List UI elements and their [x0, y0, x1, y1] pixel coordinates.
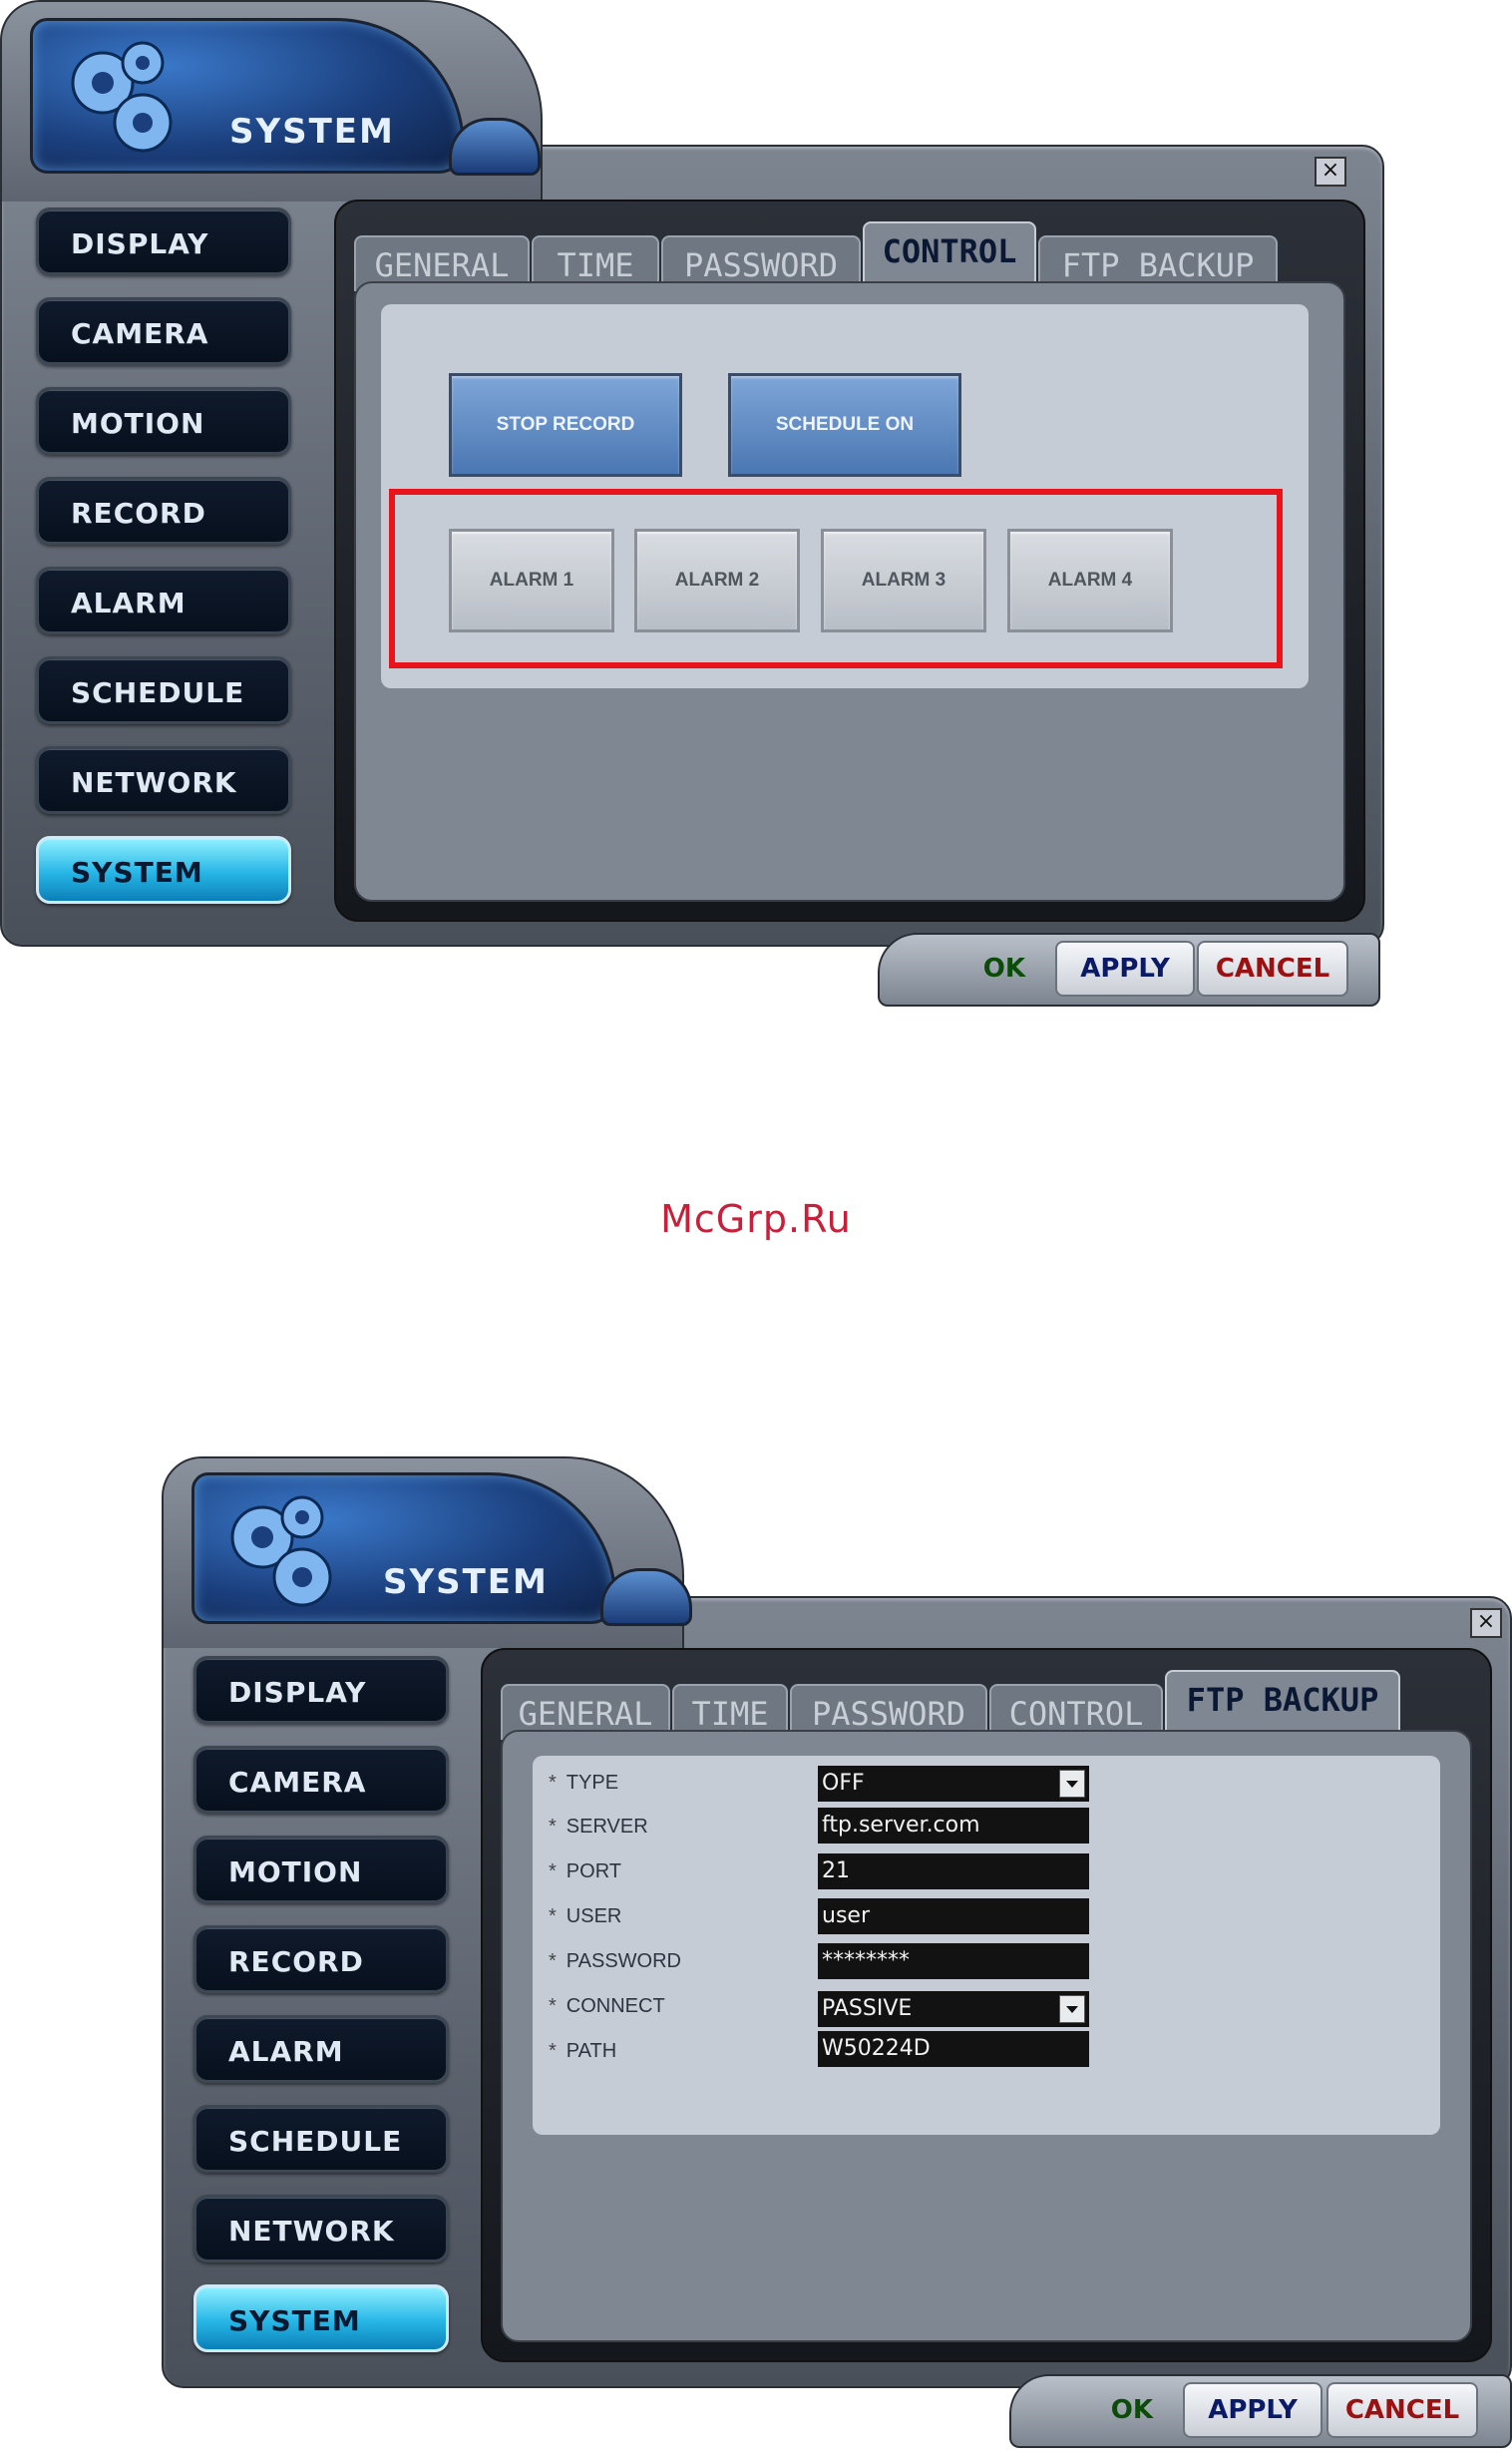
nav-schedule[interactable]: SCHEDULE: [36, 656, 291, 724]
system-dialog-ftp: SYSTEM × DISPLAY CAMERA MOTION RECORD AL…: [162, 1456, 1512, 2463]
nav-camera[interactable]: CAMERA: [193, 1746, 449, 1814]
nav-motion[interactable]: MOTION: [193, 1836, 449, 1903]
nav-display[interactable]: DISPLAY: [193, 1656, 449, 1724]
close-button[interactable]: ×: [1470, 1608, 1502, 1638]
nav-network[interactable]: NETWORK: [36, 746, 291, 814]
ftp-path-label: * PATH: [549, 2040, 617, 2062]
apply-button[interactable]: APPLY: [1183, 2382, 1323, 2438]
ftp-password-label: * PASSWORD: [549, 1950, 681, 1972]
stop-record-button[interactable]: STOP RECORD: [449, 373, 682, 477]
chevron-down-icon[interactable]: [1059, 1995, 1085, 2023]
nav-alarm[interactable]: ALARM: [193, 2015, 449, 2083]
ftp-connect-label: * CONNECT: [549, 1995, 665, 2017]
nav-system[interactable]: SYSTEM: [36, 836, 291, 904]
ftp-type-label: * TYPE: [549, 1772, 619, 1794]
schedule-on-button[interactable]: SCHEDULE ON: [728, 373, 961, 477]
ftp-port-field[interactable]: 21: [818, 1853, 1089, 1889]
watermark-text: McGrp.Ru: [660, 1197, 852, 1241]
dialog-title: SYSTEM: [383, 1562, 549, 1602]
gear-icon: [230, 1495, 332, 1607]
ftp-type-select[interactable]: OFF: [818, 1766, 1089, 1802]
cancel-button[interactable]: CANCEL: [1197, 941, 1348, 997]
sidebar-nav: DISPLAY CAMERA MOTION RECORD ALARM SCHED…: [193, 1656, 453, 2374]
nav-display[interactable]: DISPLAY: [36, 207, 291, 275]
dialog-title: SYSTEM: [229, 112, 395, 152]
nav-record[interactable]: RECORD: [36, 477, 291, 545]
ftp-port-label: * PORT: [549, 1860, 621, 1882]
nav-camera[interactable]: CAMERA: [36, 297, 291, 365]
gear-icon: [71, 41, 173, 153]
ftp-password-field[interactable]: ********: [818, 1943, 1089, 1979]
ftp-user-label: * USER: [549, 1905, 622, 1927]
ftp-server-label: * SERVER: [549, 1816, 648, 1838]
alarm-highlight-box: [389, 489, 1283, 668]
apply-button[interactable]: APPLY: [1055, 941, 1195, 997]
nav-motion[interactable]: MOTION: [36, 387, 291, 455]
chevron-down-icon[interactable]: [1059, 1770, 1085, 1798]
ftp-server-field[interactable]: ftp.server.com: [818, 1808, 1089, 1844]
system-dialog-control: SYSTEM × DISPLAY CAMERA MOTION RECORD AL…: [0, 0, 1384, 1020]
cancel-button[interactable]: CANCEL: [1326, 2382, 1478, 2438]
ftp-path-field[interactable]: W50224D: [818, 2031, 1089, 2067]
ftp-connect-select[interactable]: PASSIVE: [818, 1991, 1089, 2027]
nav-system[interactable]: SYSTEM: [193, 2284, 449, 2352]
ok-button[interactable]: OK: [1015, 2382, 1175, 2434]
nav-schedule[interactable]: SCHEDULE: [193, 2105, 449, 2173]
sidebar-nav: DISPLAY CAMERA MOTION RECORD ALARM SCHED…: [36, 207, 295, 926]
ftp-user-field[interactable]: user: [818, 1898, 1089, 1934]
nav-record[interactable]: RECORD: [193, 1925, 449, 1993]
close-button[interactable]: ×: [1315, 157, 1346, 187]
nav-network[interactable]: NETWORK: [193, 2195, 449, 2262]
ok-button[interactable]: OK: [888, 941, 1047, 993]
nav-alarm[interactable]: ALARM: [36, 567, 291, 634]
